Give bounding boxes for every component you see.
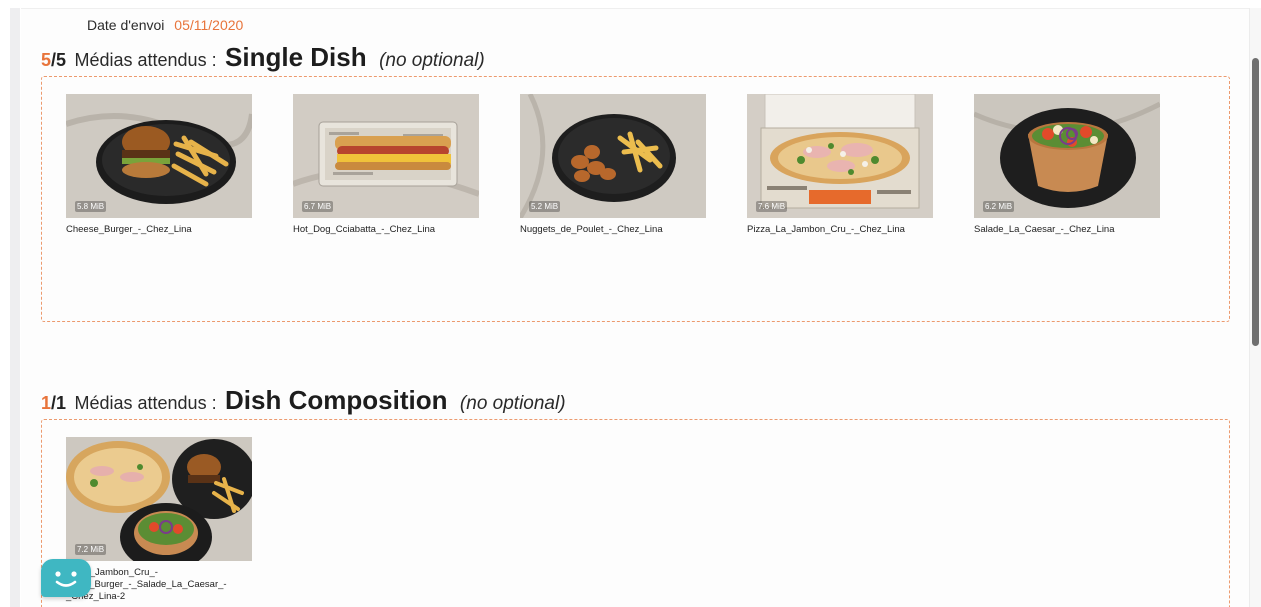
file-size-badge: 7.6 MiB <box>756 201 788 212</box>
chat-widget-button[interactable] <box>41 559 91 597</box>
media-filename: Cheese_Burger_-_Chez_Lina <box>66 224 192 235</box>
media-item[interactable]: 7.6 MiB Pizza_La_Jambon_Cru_-_Chez_Lina <box>747 94 933 236</box>
media-filename: Pizza_La_Jambon_Cru_-_Chez_Lina <box>747 224 905 235</box>
media-type-name: Single Dish <box>225 42 367 72</box>
hotdog-photo[interactable]: 6.7 MiB <box>293 94 479 218</box>
count-total: /1 <box>51 393 67 413</box>
media-filename: Nuggets_de_Poulet_-_Chez_Lina <box>520 224 663 235</box>
media-item[interactable]: 7.2 MiB ..._La_Jambon_Cru_- ...ese_Burge… <box>66 437 252 603</box>
file-size-badge: 5.2 MiB <box>529 201 561 212</box>
date-row: Date d'envoi 05/11/2020 <box>87 17 243 33</box>
scrollbar-thumb[interactable] <box>1252 58 1259 346</box>
media-filename: ..._La_Jambon_Cru_- ...ese_Burger_-_Sala… <box>66 567 227 602</box>
file-size-badge: 7.2 MiB <box>75 544 107 555</box>
media-filename: Salade_La_Caesar_-_Chez_Lina <box>974 224 1115 235</box>
media-item[interactable]: 5.8 MiB Cheese_Burger_-_Chez_Lina <box>66 94 252 236</box>
left-rail <box>10 8 20 607</box>
page: Date d'envoi 05/11/2020 5/5 Médias atten… <box>0 0 1261 607</box>
salad-photo[interactable]: 6.2 MiB <box>974 94 1160 218</box>
media-filename: Hot_Dog_Cciabatta_-_Chez_Lina <box>293 224 436 235</box>
media-dropzone-dish-composition[interactable]: 7.2 MiB ..._La_Jambon_Cru_- ...ese_Burge… <box>41 419 1230 607</box>
media-dropzone-single-dish[interactable]: 5.8 MiB Cheese_Burger_-_Chez_Lina 6.7 Mi… <box>41 76 1230 322</box>
count-done: 1 <box>41 393 52 413</box>
pizza-photo[interactable]: 7.6 MiB <box>747 94 933 218</box>
file-size-badge: 6.2 MiB <box>983 201 1015 212</box>
count-done: 5 <box>41 50 52 70</box>
section-title-dish-composition: 1/1 Médias attendus : Dish Composition (… <box>41 385 566 416</box>
expected-label: Médias attendus : <box>74 393 217 413</box>
date-value: 05/11/2020 <box>174 17 244 33</box>
count-total: /5 <box>51 50 67 70</box>
media-item[interactable]: 6.7 MiB Hot_Dog_Cciabatta_-_Chez_Lina <box>293 94 479 236</box>
expected-label: Médias attendus : <box>74 50 217 70</box>
file-size-badge: 5.8 MiB <box>75 201 107 212</box>
chat-smiley-icon <box>55 571 77 587</box>
file-size-badge: 6.7 MiB <box>302 201 334 212</box>
media-type-name: Dish Composition <box>225 385 448 415</box>
section-title-single-dish: 5/5 Médias attendus : Single Dish (no op… <box>41 42 485 73</box>
media-item[interactable]: 5.2 MiB Nuggets_de_Poulet_-_Chez_Lina <box>520 94 706 236</box>
optional-note: (no optional) <box>379 50 485 71</box>
media-item[interactable]: 6.2 MiB Salade_La_Caesar_-_Chez_Lina <box>974 94 1160 236</box>
optional-note: (no optional) <box>459 393 566 414</box>
composition-photo[interactable]: 7.2 MiB <box>66 437 252 561</box>
date-label: Date d'envoi <box>87 17 165 33</box>
burger-photo[interactable]: 5.8 MiB <box>66 94 252 218</box>
nuggets-photo[interactable]: 5.2 MiB <box>520 94 706 218</box>
